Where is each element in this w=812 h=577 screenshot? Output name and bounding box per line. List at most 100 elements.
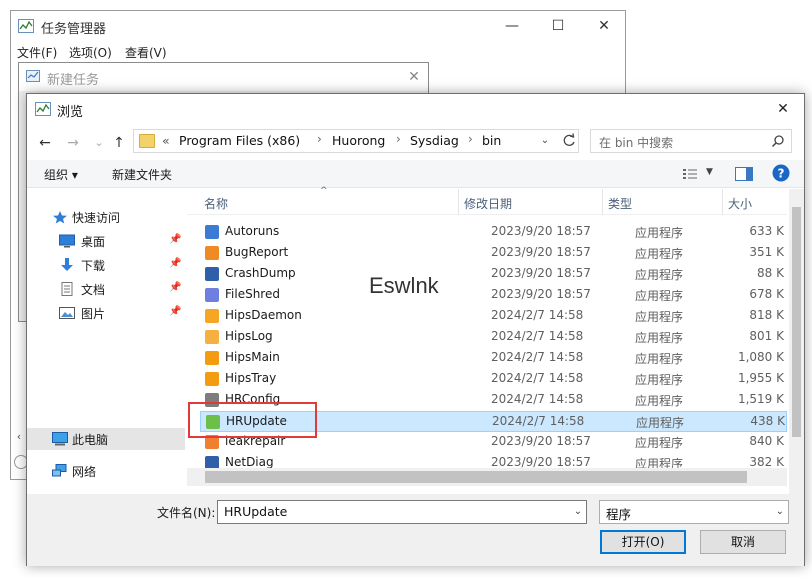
column-modified[interactable]: 修改日期: [464, 195, 512, 212]
file-row[interactable]: HipsMain 2024/2/7 14:58 应用程序 1,080 K: [200, 348, 787, 369]
chevron-down-icon[interactable]: ⌄: [776, 501, 784, 523]
breadcrumb-sysdiag[interactable]: Sysdiag: [410, 133, 459, 148]
fileshred-icon: [205, 288, 219, 302]
recent-locations-chevron-icon[interactable]: ⌄: [89, 132, 109, 154]
nav-quick-access[interactable]: 快速访问: [27, 206, 185, 228]
organize-button[interactable]: 组织 ▾: [44, 166, 78, 183]
new-task-titlebar[interactable]: 新建任务 ✕: [19, 63, 428, 91]
file-modified-date: 2023/9/20 18:57: [491, 245, 591, 259]
cancel-button[interactable]: 取消: [700, 530, 786, 554]
menu-options[interactable]: 选项(O): [69, 44, 112, 61]
breadcrumb-separator-icon[interactable]: ›: [468, 132, 473, 146]
search-box[interactable]: 在 bin 中搜索: [590, 129, 792, 153]
preview-pane-icon[interactable]: [735, 167, 753, 181]
filename-dropdown-icon[interactable]: ⌄: [569, 500, 587, 524]
pin-icon[interactable]: 📌: [169, 306, 181, 318]
file-row[interactable]: HipsDaemon 2024/2/7 14:58 应用程序 818 K: [200, 306, 787, 327]
filename-label: 文件名(N):: [157, 506, 216, 520]
nav-this-pc[interactable]: 此电脑: [27, 428, 185, 450]
menu-file[interactable]: 文件(F): [17, 44, 57, 61]
back-arrow-icon[interactable]: ←: [35, 132, 55, 154]
breadcrumb-separator-icon[interactable]: ›: [396, 132, 401, 146]
file-name: Autoruns: [225, 224, 280, 238]
new-folder-button[interactable]: 新建文件夹: [112, 166, 172, 183]
dialog-footer: 文件名(N): HRUpdate ⌄ 程序 ⌄ 打开(O) 取消: [27, 494, 804, 566]
file-row[interactable]: BugReport 2023/9/20 18:57 应用程序 351 K: [200, 243, 787, 264]
search-icon[interactable]: [771, 134, 785, 148]
help-icon[interactable]: ?: [772, 164, 790, 182]
column-divider[interactable]: [458, 189, 459, 215]
file-modified-date: 2023/9/20 18:57: [491, 455, 591, 469]
pin-icon[interactable]: 📌: [169, 282, 181, 294]
column-divider[interactable]: [602, 189, 603, 215]
file-row[interactable]: CrashDump 2023/9/20 18:57 应用程序 88 K: [200, 264, 787, 285]
file-modified-date: 2023/9/20 18:57: [491, 434, 591, 448]
nav-network[interactable]: 网络: [27, 460, 185, 482]
breadcrumb-separator-icon[interactable]: ›: [317, 132, 322, 146]
menu-view[interactable]: 查看(V): [125, 44, 167, 61]
file-size: 1,080 K: [737, 350, 784, 364]
file-modified-date: 2024/2/7 14:58: [491, 329, 584, 343]
view-options-icon[interactable]: [682, 167, 698, 181]
new-task-close-button[interactable]: ✕: [391, 62, 437, 92]
file-type: 应用程序: [635, 373, 684, 387]
file-size: 382 K: [749, 455, 784, 469]
column-divider[interactable]: [722, 189, 723, 215]
column-size[interactable]: 大小: [728, 195, 752, 212]
file-name: NetDiag: [225, 455, 274, 469]
column-type[interactable]: 类型: [608, 195, 632, 212]
task-manager-title: 任务管理器: [41, 22, 107, 37]
filetype-select[interactable]: 程序 ⌄: [599, 500, 789, 524]
task-manager-titlebar[interactable]: 任务管理器 — ☐ ✕: [11, 11, 625, 41]
file-type: 应用程序: [635, 289, 684, 303]
breadcrumb-huorong[interactable]: Huorong: [332, 133, 385, 148]
file-row[interactable]: Autoruns 2023/9/20 18:57 应用程序 633 K: [200, 222, 787, 243]
breadcrumb-program-files[interactable]: Program Files (x86): [179, 133, 300, 148]
star-icon: [53, 211, 67, 224]
forward-arrow-icon[interactable]: →: [63, 132, 83, 154]
vertical-scrollbar[interactable]: [789, 189, 804, 494]
address-dropdown-icon[interactable]: ⌄: [536, 131, 554, 151]
breadcrumb-overflow[interactable]: «: [162, 133, 170, 148]
file-type: 应用程序: [635, 247, 684, 261]
breadcrumb-bin[interactable]: bin: [482, 133, 501, 148]
file-modified-date: 2024/2/7 14:58: [492, 414, 585, 428]
watermark-text: Eswlnk: [369, 273, 439, 298]
horizontal-scrollbar[interactable]: [187, 468, 787, 486]
file-name: FileShred: [225, 287, 280, 301]
maximize-button[interactable]: ☐: [535, 11, 581, 41]
filetype-value: 程序: [606, 507, 632, 522]
nav-pictures[interactable]: 图片 📌: [27, 302, 185, 324]
file-row[interactable]: HipsTray 2024/2/7 14:58 应用程序 1,955 K: [200, 369, 787, 390]
scroll-left-arrow-icon[interactable]: ‹: [12, 430, 26, 444]
scrollbar-thumb[interactable]: [205, 471, 747, 483]
pin-icon[interactable]: 📌: [169, 258, 181, 270]
pin-icon[interactable]: 📌: [169, 234, 181, 246]
nav-downloads[interactable]: 下载 📌: [27, 254, 185, 276]
view-dropdown-icon[interactable]: ▼: [706, 167, 713, 177]
column-name[interactable]: 名称: [204, 195, 228, 212]
browse-close-button[interactable]: ✕: [760, 94, 806, 124]
file-row[interactable]: HipsLog 2024/2/7 14:58 应用程序 801 K: [200, 327, 787, 348]
file-name: HipsDaemon: [225, 308, 302, 322]
minimize-button[interactable]: —: [489, 11, 535, 41]
filename-input[interactable]: HRUpdate: [217, 500, 587, 524]
refresh-icon[interactable]: [559, 129, 579, 153]
nav-desktop[interactable]: 桌面 📌: [27, 230, 185, 252]
file-modified-date: 2023/9/20 18:57: [491, 287, 591, 301]
scrollbar-thumb[interactable]: [792, 207, 801, 437]
bugreport-icon: [205, 246, 219, 260]
nav-documents[interactable]: 文档 📌: [27, 278, 185, 300]
file-name: CrashDump: [225, 266, 296, 280]
file-size: 678 K: [749, 287, 784, 301]
search-input[interactable]: 在 bin 中搜索: [599, 134, 673, 151]
close-button[interactable]: ✕: [581, 11, 627, 41]
browse-titlebar[interactable]: 浏览 ✕: [27, 94, 804, 124]
open-button[interactable]: 打开(O): [600, 530, 686, 554]
navigation-pane: 快速访问 桌面 📌 下载 📌 文档 📌 图片 📌 此电脑 网络: [27, 189, 185, 494]
file-type: 应用程序: [635, 394, 684, 408]
browse-dialog: 浏览 ✕ ← → ⌄ ↑ « Program Files (x86) › Huo…: [26, 93, 805, 566]
up-arrow-icon[interactable]: ↑: [109, 132, 129, 154]
address-bar[interactable]: « Program Files (x86) › Huorong › Sysdia…: [133, 129, 579, 153]
file-row[interactable]: FileShred 2023/9/20 18:57 应用程序 678 K: [200, 285, 787, 306]
